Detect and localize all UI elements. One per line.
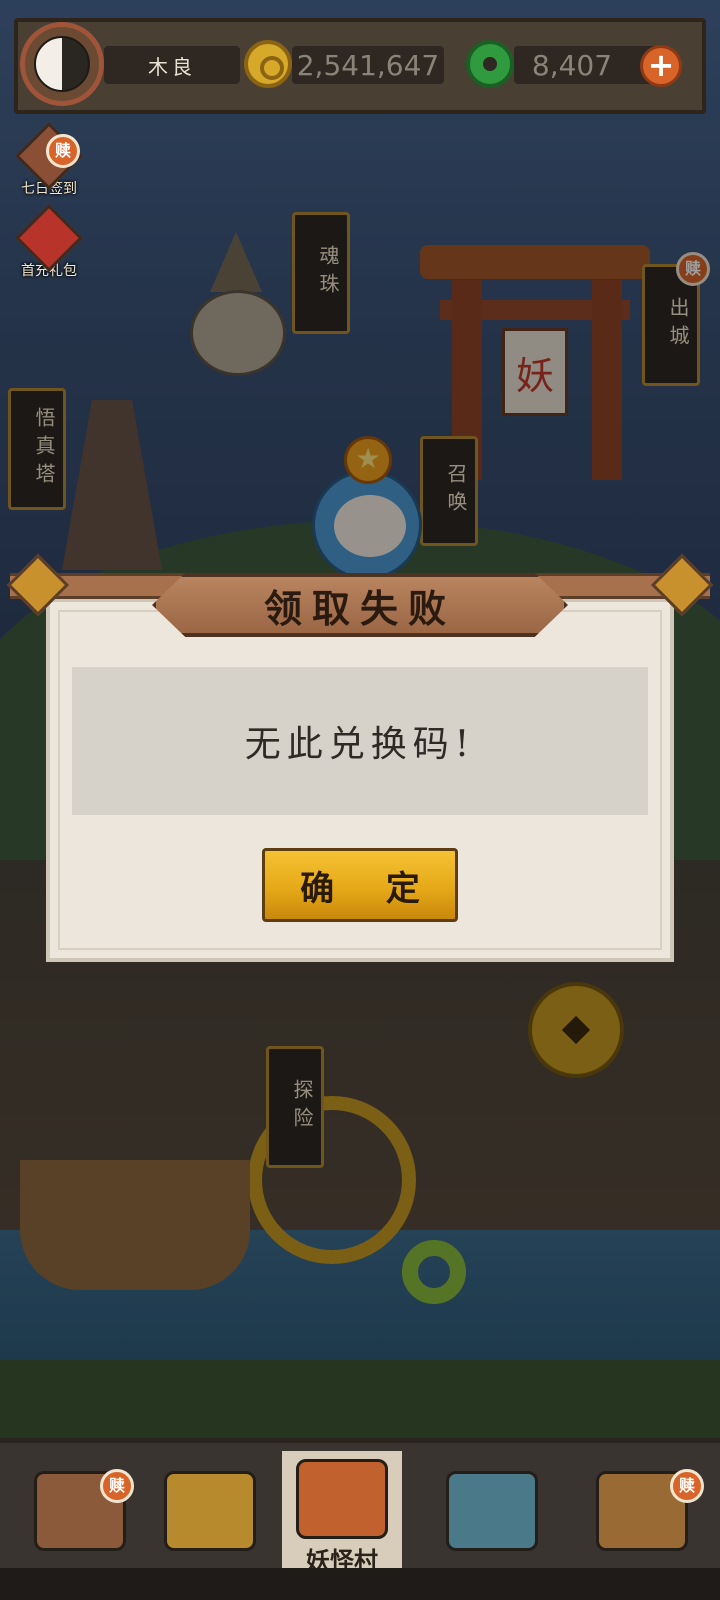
confirm-button-label: 确 定	[300, 868, 440, 909]
checkin-badge: 赎	[46, 134, 80, 168]
add-jade-button[interactable]: +	[640, 45, 682, 87]
nav-item-rank[interactable]	[150, 1463, 270, 1575]
player-name: 木良	[104, 46, 240, 84]
market-stall-icon	[446, 1471, 538, 1551]
gold-coin-count: 2,541,647	[292, 46, 444, 84]
star-trophy-icon	[164, 1471, 256, 1551]
dialog-message: 无此兑换码!	[244, 724, 476, 765]
nav-shop-badge: 赎	[100, 1469, 134, 1503]
nav-item-market[interactable]	[432, 1463, 552, 1575]
yin-yang-icon	[34, 36, 90, 92]
jade-icon	[466, 40, 514, 88]
gold-coin-icon	[244, 40, 292, 88]
nav-compass-badge: 赎	[670, 1469, 704, 1503]
dialog-message-box: 无此兑换码!	[72, 667, 648, 815]
first-recharge-gift-button[interactable]: 首充礼包	[10, 204, 88, 280]
nav-item-yokai-village[interactable]: 妖怪村	[282, 1451, 402, 1585]
dialog-title-plate: 领取失败	[152, 573, 568, 637]
player-avatar[interactable]	[20, 22, 104, 106]
torii-village-icon	[296, 1459, 388, 1539]
dialog-title: 领取失败	[263, 585, 456, 631]
confirm-button[interactable]: 确 定	[262, 848, 458, 922]
system-nav-strip	[0, 1568, 720, 1600]
